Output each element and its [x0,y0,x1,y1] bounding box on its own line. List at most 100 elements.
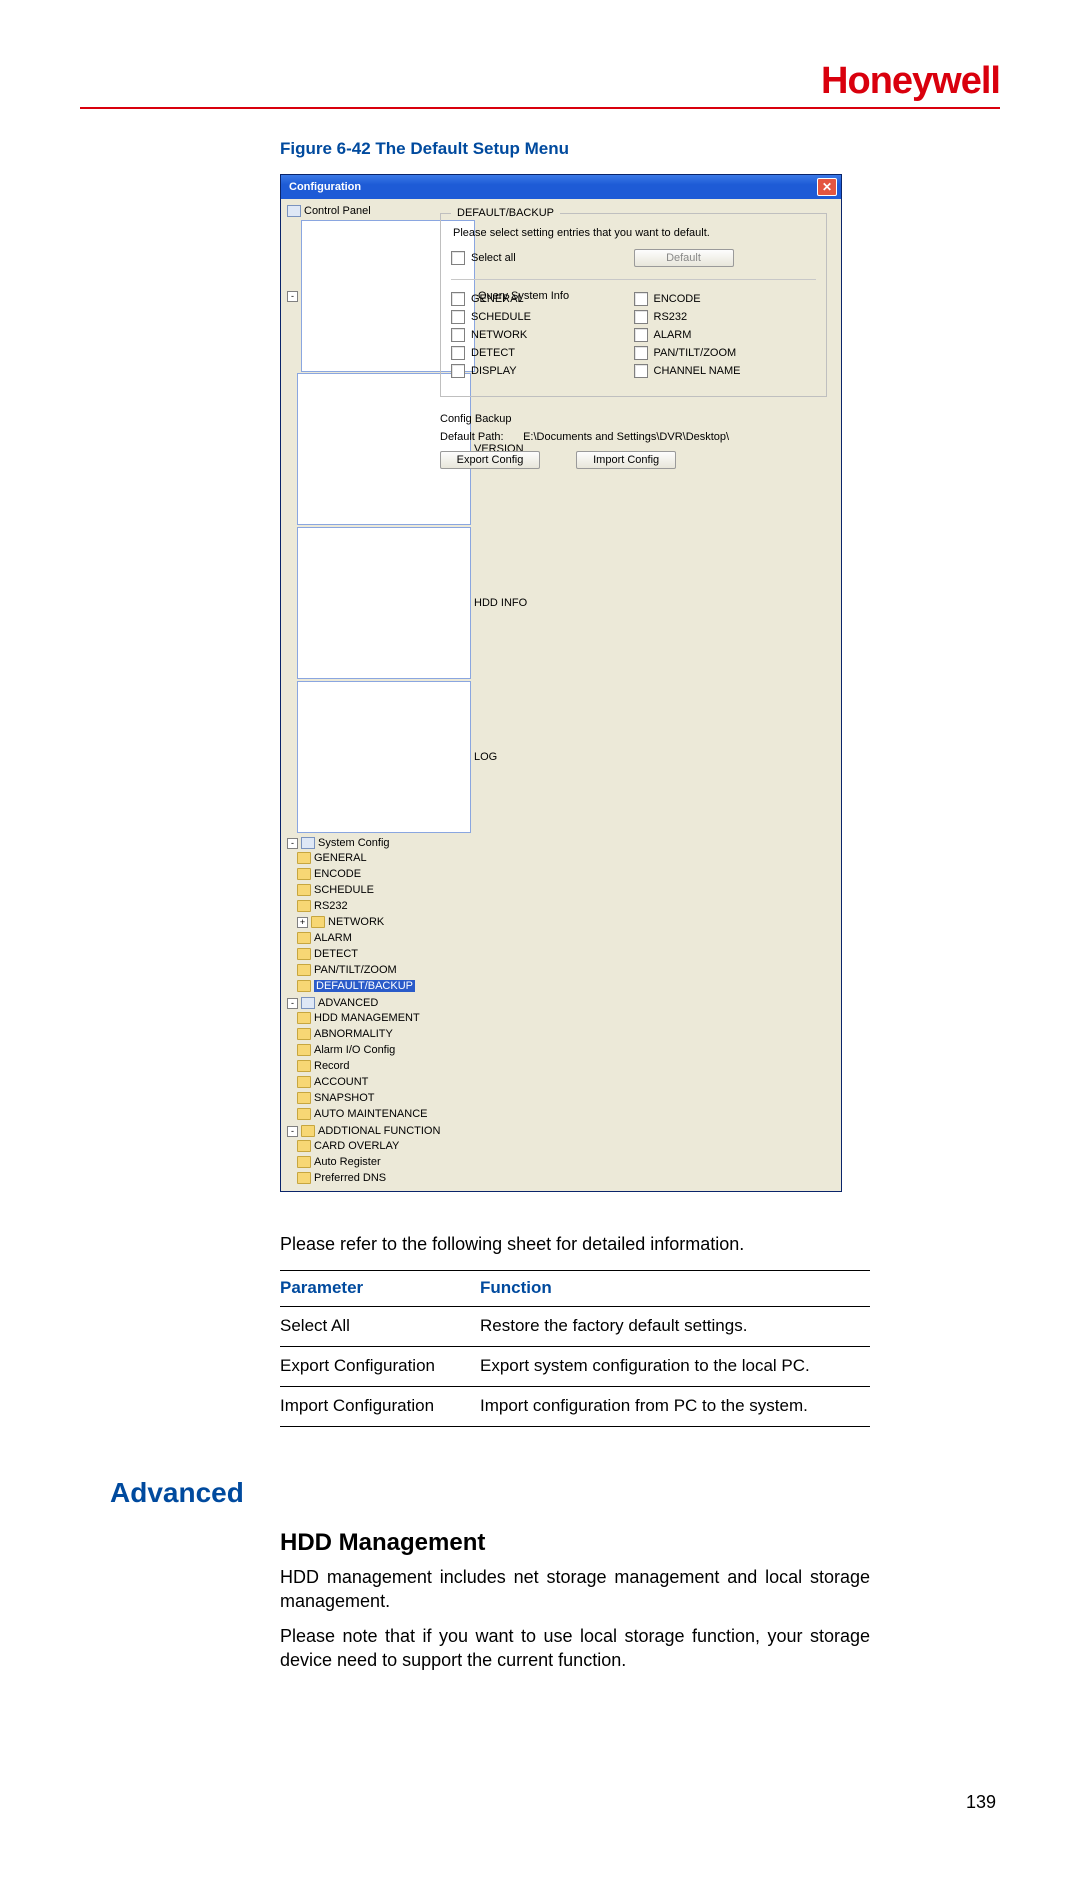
folder-icon [297,900,311,912]
opt-checkbox[interactable] [634,310,648,324]
config-backup-label: Config Backup [440,413,827,425]
folder-icon [297,964,311,976]
folder-icon [311,916,325,928]
opt-checkbox[interactable] [451,328,465,342]
opt-label: ALARM [654,329,692,341]
opt-checkbox[interactable] [451,310,465,324]
opt-checkbox[interactable] [634,346,648,360]
collapse-icon[interactable]: - [287,291,298,302]
subsection-heading: HDD Management [280,1529,1000,1557]
tree-item[interactable]: ACCOUNT [297,1074,427,1090]
tree-item[interactable]: CARD OVERLAY [297,1138,427,1154]
folder-icon [297,852,311,864]
opt-label: CHANNEL NAME [654,365,741,377]
tree-item[interactable]: Auto Register [297,1154,427,1170]
panel-icon [287,205,301,217]
folder-icon [297,1028,311,1040]
collapse-icon[interactable]: - [287,838,298,849]
nav-tree: Control Panel -Query System Info VERSION… [281,199,430,1191]
folder-icon [297,1092,311,1104]
opt-checkbox[interactable] [634,364,648,378]
tree-item[interactable]: DETECT [297,946,427,962]
tree-item-selected[interactable]: DEFAULT/BACKUP [297,978,427,994]
tree-item[interactable]: +NETWORK [297,914,427,930]
folder-icon [297,1140,311,1152]
opt-label: SCHEDULE [471,311,531,323]
tree-item[interactable]: RS232 [297,898,427,914]
tree-item[interactable]: PAN/TILT/ZOOM [297,962,427,978]
opt-label: DETECT [471,347,515,359]
settings-panel: DEFAULT/BACKUP Please select setting ent… [430,199,841,1191]
tree-item[interactable]: HDD INFO [297,526,427,680]
folder-icon [297,1172,311,1184]
folder-icon [297,948,311,960]
opt-checkbox[interactable] [451,346,465,360]
tree-item[interactable]: ENCODE [297,866,427,882]
opt-checkbox[interactable] [451,364,465,378]
paragraph: Please note that if you want to use loca… [280,1624,870,1673]
folder-icon [297,1156,311,1168]
config-window: Configuration ✕ Control Panel -Query Sys… [280,174,842,1192]
group-hint: Please select setting entries that you w… [453,227,816,239]
opt-label: PAN/TILT/ZOOM [654,347,737,359]
folder-icon [297,1012,311,1024]
brand-logo: Honeywell [821,60,1000,102]
tree-item[interactable]: AUTO MAINTENANCE [297,1106,427,1122]
folder-icon [301,1125,315,1137]
tree-system-config[interactable]: System Config [318,837,390,849]
folder-icon [297,884,311,896]
table-header-function: Function [480,1271,870,1307]
opt-checkbox[interactable] [634,292,648,306]
select-all-checkbox[interactable] [451,251,465,265]
tree-advanced[interactable]: ADVANCED [318,997,378,1009]
tree-item[interactable]: LOG [297,680,427,834]
folder-icon [297,1044,311,1056]
default-button[interactable]: Default [634,249,734,267]
opt-label: NETWORK [471,329,527,341]
section-heading: Advanced [110,1477,1000,1509]
folder-icon [301,837,315,849]
folder-icon [297,1108,311,1120]
folder-icon [297,1060,311,1072]
header-rule [80,107,1000,109]
paragraph: HDD management includes net storage mana… [280,1565,870,1614]
tree-item[interactable]: VERSION [297,372,427,526]
table-row: Import ConfigurationImport configuration… [280,1387,870,1427]
tree-item[interactable]: Alarm I/O Config [297,1042,427,1058]
opt-label: RS232 [654,311,688,323]
folder-icon [297,868,311,880]
table-row: Select AllRestore the factory default se… [280,1307,870,1347]
default-path-value: E:\Documents and Settings\DVR\Desktop\ [523,431,729,443]
tree-additional[interactable]: ADDTIONAL FUNCTION [318,1125,440,1137]
tree-item[interactable]: HDD MANAGEMENT [297,1010,427,1026]
import-config-button[interactable]: Import Config [576,451,676,469]
folder-icon [297,1076,311,1088]
tree-item[interactable]: SCHEDULE [297,882,427,898]
body-lead: Please refer to the following sheet for … [280,1232,870,1256]
folder-icon [301,997,315,1009]
folder-icon [297,980,311,992]
collapse-icon[interactable]: - [287,1126,298,1137]
figure-caption: Figure 6-42 The Default Setup Menu [280,139,1000,159]
opt-checkbox[interactable] [451,292,465,306]
tree-root[interactable]: Control Panel [287,203,427,219]
tree-item[interactable]: GENERAL [297,850,427,866]
opt-label: ENCODE [654,293,701,305]
opt-checkbox[interactable] [634,328,648,342]
table-header-parameter: Parameter [280,1271,480,1307]
tree-item[interactable]: Preferred DNS [297,1170,427,1186]
tree-item[interactable]: ABNORMALITY [297,1026,427,1042]
tree-item[interactable]: ALARM [297,930,427,946]
select-all-label: Select all [471,252,516,264]
window-title: Configuration [289,181,361,193]
export-config-button[interactable]: Export Config [440,451,540,469]
tree-item[interactable]: SNAPSHOT [297,1090,427,1106]
tree-item[interactable]: Record [297,1058,427,1074]
collapse-icon[interactable]: - [287,998,298,1009]
expand-icon[interactable]: + [297,917,308,928]
close-icon[interactable]: ✕ [817,178,837,196]
opt-label: DISPLAY [471,365,517,377]
parameter-table: Parameter Function Select AllRestore the… [280,1270,870,1427]
group-title: DEFAULT/BACKUP [451,207,560,219]
table-row: Export ConfigurationExport system config… [280,1347,870,1387]
